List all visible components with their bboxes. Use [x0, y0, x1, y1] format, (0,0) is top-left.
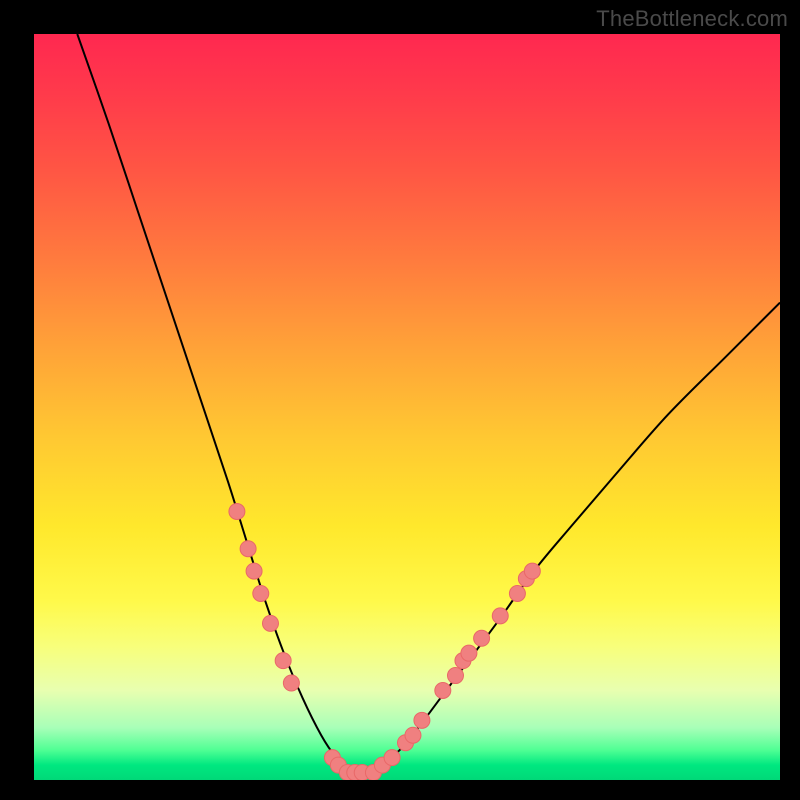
marker-dot [240, 541, 256, 557]
marker-dot [384, 750, 400, 766]
chart-svg [34, 34, 780, 780]
plot-area [34, 34, 780, 780]
marker-dot [509, 586, 525, 602]
marker-dot [414, 712, 430, 728]
marker-dot [229, 503, 245, 519]
chart-frame: TheBottleneck.com [0, 0, 800, 800]
marker-dot [474, 630, 490, 646]
curve-left-branch [77, 34, 351, 773]
watermark-text: TheBottleneck.com [596, 6, 788, 32]
curve-right-branch [366, 303, 780, 773]
marker-dot [435, 682, 451, 698]
marker-dot [253, 586, 269, 602]
marker-dot [447, 668, 463, 684]
marker-dot [246, 563, 262, 579]
marker-dot [275, 653, 291, 669]
marker-dot [524, 563, 540, 579]
marker-group [229, 503, 540, 780]
marker-dot [461, 645, 477, 661]
marker-dot [262, 615, 278, 631]
marker-dot [492, 608, 508, 624]
marker-dot [405, 727, 421, 743]
marker-dot [283, 675, 299, 691]
